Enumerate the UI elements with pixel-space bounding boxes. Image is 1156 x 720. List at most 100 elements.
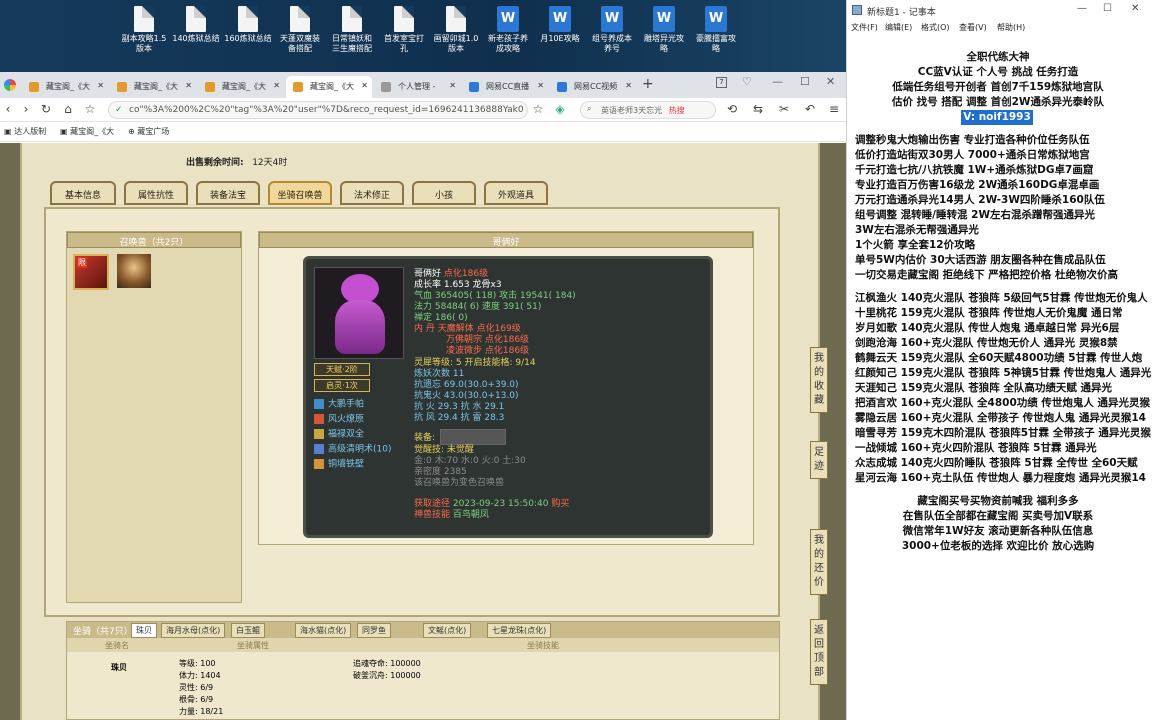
page-tab-3[interactable]: 装备法宝 [196,181,260,205]
pet-skill-5[interactable]: 铜墙铁壁 [314,459,364,470]
tab-close-icon[interactable]: ✕ [625,81,632,90]
desktop-icon-7[interactable]: 画留卯城1.0 版本 [430,6,482,54]
tab-close-icon[interactable]: ✕ [449,81,456,90]
notepad-line: 众志成城 140克火四阶睡队 苍狼阵 5甘霖 全传世 全60天赋 [855,457,1138,469]
notepad-maximize-icon[interactable]: ☐ [1103,3,1112,14]
bookmark-2[interactable]: ▣ 藏宝阁_《大 [60,126,114,137]
tab-close-icon[interactable]: ✕ [361,81,368,90]
browser-tab-2[interactable]: 藏宝阁_《大 ✕ [110,76,196,98]
page-tab-6[interactable]: 小孩 [412,181,476,205]
bookmark-3[interactable]: ⊕ 藏宝广场 [128,126,169,137]
pet-skill-1[interactable]: 大鹏手帕 [314,399,364,410]
pet-skill-3[interactable]: 福禄双全 [314,429,364,440]
summon-avatar-2[interactable] [117,254,151,288]
desktop-icon-9[interactable]: W 月10E攻略 [534,6,586,44]
summon-avatar-1[interactable]: 限 [73,254,109,290]
address-bar[interactable]: ✓ co"%3A%200%2C%20"tag"%3A%20"user"%7D&r… [108,101,528,119]
page-tab-5[interactable]: 法术修正 [340,181,404,205]
mount-tab-5[interactable]: 同罗鱼 [357,623,391,638]
minimize-icon[interactable]: — [772,75,783,88]
mount-tab-3[interactable]: 白玉鲲 [231,623,265,638]
talent-badge[interactable]: 天赋·2阶 [314,363,370,376]
browser-tab-4[interactable]: 藏宝阁_《大 ✕ [286,76,372,98]
home-icon[interactable]: ⌂ [60,102,76,116]
side-button-1[interactable]: 我的收藏 [810,347,828,413]
tab-close-icon[interactable]: ✕ [97,81,104,90]
bookmark-star-icon[interactable]: ☆ [82,102,98,116]
favorite-icon[interactable]: ☆ [530,102,546,116]
forward-icon[interactable]: › [18,102,34,116]
desktop-icon-8[interactable]: W 新老孩子养 成攻略 [482,6,534,54]
tab-close-icon[interactable]: ✕ [273,81,280,90]
mount-attr-3: 灵性: 6/9 [179,683,214,692]
notepad-menu-1[interactable]: 文件(F) [851,22,878,33]
browser-tab-6[interactable]: 网易CC直播 ✕ [462,76,548,98]
close-icon[interactable]: ✕ [826,75,835,88]
mount-tab-4[interactable]: 海水猫(点化) [295,623,352,638]
desktop-icon-1[interactable]: 副本攻略1.5 版本 [118,6,170,54]
desktop-icon-4[interactable]: 天蓬双魔装 备搭配 [274,6,326,54]
mount-tab-6[interactable]: 文鳐(点化) [423,623,472,638]
pet-skill-2[interactable]: 风火燎原 [314,414,364,425]
side-button-3[interactable]: 我的还价 [810,529,828,595]
notepad-menu-5[interactable]: 帮助(H) [997,22,1025,33]
desktop-icon-3[interactable]: 160炼狱总结 [222,6,274,44]
page-tab-2[interactable]: 属性抗性 [124,181,188,205]
notepad-line: 鹤舞云天 159克火混队 全60天赋4800功绩 5甘霖 传世人炮 [855,352,1143,364]
menu-icon[interactable]: ≡ [826,102,842,116]
notepad-line: 红颜知己 159克火混队 苍狼阵 5神镜5甘霖 传世炮鬼人 通异光 [855,367,1152,379]
skin-icon[interactable]: ♡ [742,75,752,88]
maximize-icon[interactable]: ☐ [800,75,810,88]
desktop-icon-5[interactable]: 日常镇妖和 三生魔搭配 [326,6,378,54]
desktop-icon-12[interactable]: W 豪騰擂富攻 略 [690,6,742,54]
desktop-icon-2[interactable]: 140炼狱总结 [170,6,222,44]
pet-growth: 成长率 1.653 龙骨x3 [414,280,502,290]
refresh-icon[interactable]: ↻ [38,102,54,116]
pet-skill-4[interactable]: 高级清明术(10) [314,444,391,455]
notepad-menu-4[interactable]: 查看(V) [959,22,987,33]
desktop-icon-6[interactable]: 首发室宝打 孔 [378,6,430,54]
tab-close-icon[interactable]: ✕ [537,81,544,90]
tab-count-badge[interactable]: 7 [716,77,727,88]
browser-tab-3[interactable]: 藏宝阁_《大 ✕ [198,76,284,98]
notepad-minimize-icon[interactable]: — [1077,3,1087,14]
document-icon [238,6,258,32]
mount-tab-7[interactable]: 七星龙珠(点化) [487,623,552,638]
page-tab-7[interactable]: 外观道具 [484,181,548,205]
undo-icon[interactable]: ↶ [802,102,818,116]
qiling-badge[interactable]: 启灵·1次 [314,379,370,392]
desktop-icon-label: 豪騰擂富攻 略 [696,34,736,53]
notepad-menu-3[interactable]: 格式(O) [921,22,950,33]
desktop-icon-11[interactable]: W 雕塔异光攻 略 [638,6,690,54]
desktop-icon-label: 副本攻略1.5 版本 [121,34,167,53]
mount-tab-1[interactable]: 珠贝 [131,623,157,638]
extension-icon[interactable]: ◈ [552,102,568,116]
notepad-close-icon[interactable]: ✕ [1131,3,1139,14]
notepad-menu-2[interactable]: 编辑(E) [885,22,912,33]
browser-tab-1[interactable]: 藏宝阁_《大 ✕ [22,76,108,98]
tab-close-icon[interactable]: ✕ [185,81,192,90]
search-box[interactable]: ⌕ 英语老师3天忘光 热搜 [580,101,716,119]
notepad-line: 把酒言欢 160+克火混队 全4800功绩 传世炮鬼人 通异光灵猴 [855,397,1151,409]
browser-tab-label: 藏宝阁_《大 [46,82,90,91]
side-button-2[interactable]: 足迹 [810,441,828,479]
back-icon[interactable]: ‹ [0,102,16,116]
desktop-icon-10[interactable]: W 组号养成本 养号 [586,6,638,54]
notepad-text-area[interactable]: 全职代练大神 CC蓝V认证 个人号 挑战 任务打造 低端任务组号开创者 首创7千15… [847,38,1156,720]
skill-label: 风火燎原 [328,414,365,425]
new-tab-icon[interactable]: + [642,76,654,92]
notepad-line: 一切交易走藏宝阁 拒绝线下 严格把控价格 杜绝物次价高 [855,269,1118,281]
word-document-icon: W [705,6,727,32]
pet-equip-slots[interactable] [440,429,506,445]
translate-icon[interactable]: ⇆ [750,102,766,116]
bookmark-1[interactable]: ▣ 达人版制 [4,126,46,137]
page-tab-4[interactable]: 坐骑召唤兽 [268,181,332,205]
browser-logo-icon[interactable] [4,79,16,91]
page-tab-1[interactable]: 基本信息 [50,181,116,205]
mount-tab-2[interactable]: 海月水母(点化) [161,623,226,638]
browser-tab-5[interactable]: 个人管理 - ✕ [374,76,460,98]
reload-plugin-icon[interactable]: ⟲ [724,102,740,116]
cut-icon[interactable]: ✂ [776,102,792,116]
side-button-4[interactable]: 返回顶部 [810,619,828,685]
browser-tab-7[interactable]: 网易CC视频 ✕ [550,76,636,98]
